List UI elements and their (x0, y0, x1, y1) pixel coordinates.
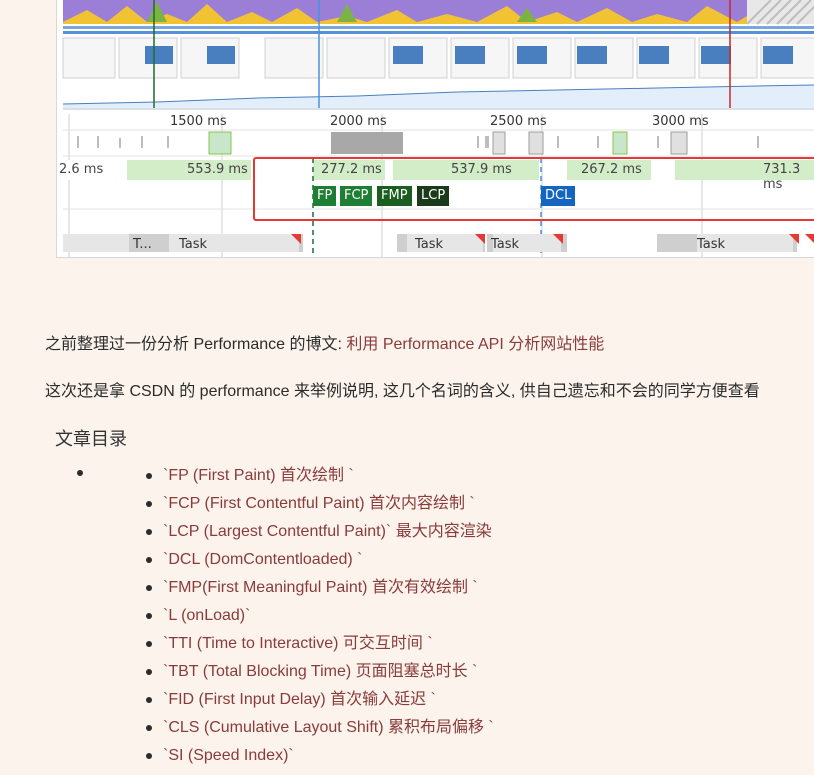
toc-link-fmp[interactable]: `FMP(First Meaningful Paint) 首次有效绘制 ` (163, 579, 478, 596)
toc-link-lcp[interactable]: `LCP (Largest Contentful Paint)` 最大内容渲染 (163, 523, 492, 540)
toc-item: `FP (First Paint) 首次绘制 ` (146, 462, 494, 490)
toc-list: `FP (First Paint) 首次绘制 ` `FCP (First Con… (146, 462, 494, 770)
bullet-icon (146, 697, 152, 703)
toc-title: 文章目录 (55, 429, 127, 449)
bullet-icon (146, 725, 152, 731)
timing-segment-label: 2.6 ms (59, 162, 104, 177)
toc-item: `DCL (DomContentloaded) ` (146, 546, 494, 574)
toc-link-tti[interactable]: `TTI (Time to Interactive) 可交互时间 ` (163, 635, 433, 652)
toc-item: `TBT (Total Blocking Time) 页面阻塞总时长 ` (146, 658, 494, 686)
second-paragraph: 这次还是拿 CSDN 的 performance 来举例说明, 这几个名词的含义… (45, 383, 760, 400)
intro-text: 之前整理过一份分析 Performance 的博文: (45, 336, 347, 353)
toc-item: `FMP(First Meaningful Paint) 首次有效绘制 ` (146, 574, 494, 602)
task-label: Task (415, 237, 444, 252)
toc-link-tbt[interactable]: `TBT (Total Blocking Time) 页面阻塞总时长 ` (163, 663, 477, 680)
bullet-icon (146, 613, 152, 619)
ruler-label: 2000 ms (330, 114, 387, 129)
task-label: Task (697, 237, 726, 252)
timing-segment-label: 553.9 ms (187, 162, 248, 177)
task-label: T... (133, 237, 152, 252)
toc-item: `FID (First Input Delay) 首次输入延迟 ` (146, 686, 494, 714)
toc-link-fp[interactable]: `FP (First Paint) 首次绘制 ` (163, 467, 354, 484)
toc-item: `LCP (Largest Contentful Paint)` 最大内容渲染 (146, 518, 494, 546)
toc-link-cls[interactable]: `CLS (Cumulative Layout Shift) 累积布局偏移 ` (163, 719, 494, 736)
toc-item: `L (onLoad)` (146, 602, 494, 630)
toc-link-dcl[interactable]: `DCL (DomContentloaded) ` (163, 551, 362, 568)
toc-item: `TTI (Time to Interactive) 可交互时间 ` (146, 630, 494, 658)
intro-paragraph: 之前整理过一份分析 Performance 的博文: 利用 Performanc… (45, 330, 604, 354)
performance-api-link[interactable]: 利用 Performance API 分析网站性能 (346, 336, 604, 353)
bullet-icon (146, 501, 152, 507)
bullet-icon (146, 557, 152, 563)
bullet-icon (146, 669, 152, 675)
toc-link-fid[interactable]: `FID (First Input Delay) 首次输入延迟 ` (163, 691, 436, 708)
toc-link-onload[interactable]: `L (onLoad)` (163, 607, 250, 624)
bullet-icon (146, 585, 152, 591)
ruler-label: 1500 ms (170, 114, 227, 129)
toc-item: `CLS (Cumulative Layout Shift) 累积布局偏移 ` (146, 714, 494, 742)
task-label: Task (491, 237, 520, 252)
toc-outer-bullet (77, 470, 83, 476)
toc-link-si[interactable]: `SI (Speed Index)` (163, 747, 294, 764)
bullet-icon (146, 473, 152, 479)
bullet-icon (146, 753, 152, 759)
toc-link-fcp[interactable]: `FCP (First Contentful Paint) 首次内容绘制 ` (163, 495, 475, 512)
highlight-box (253, 157, 814, 221)
performance-screenshot: 1500 ms 2000 ms 2500 ms 3000 ms 2.6 ms 5… (56, 0, 814, 258)
ruler-label: 2500 ms (490, 114, 547, 129)
toc-item: `FCP (First Contentful Paint) 首次内容绘制 ` (146, 490, 494, 518)
bullet-icon (146, 529, 152, 535)
task-label: Task (179, 237, 208, 252)
toc-item: `SI (Speed Index)` (146, 742, 494, 770)
ruler-label: 3000 ms (652, 114, 709, 129)
bullet-icon (146, 641, 152, 647)
